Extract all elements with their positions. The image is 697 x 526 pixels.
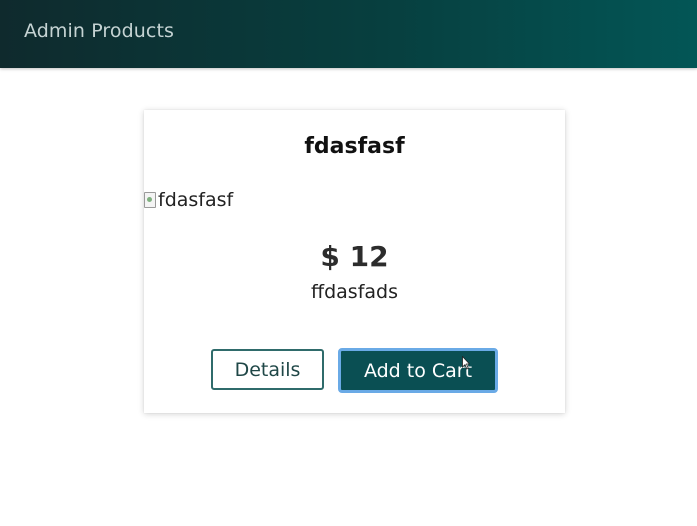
top-navbar: Admin Products [0,0,697,68]
product-image-alt-text: fdasfasf [158,189,234,211]
product-description: ffdasfads [311,281,398,303]
product-title: fdasfasf [304,134,405,159]
broken-image-icon [144,192,156,208]
details-button[interactable]: Details [211,349,324,390]
add-to-cart-button[interactable]: Add to Cart [338,348,498,393]
product-price: $ 12 [320,240,389,273]
product-card: fdasfasf fdasfasf $ 12 ffdasfads Details… [144,110,565,413]
product-image: fdasfasf [144,187,233,213]
navbar-title[interactable]: Admin Products [24,20,174,42]
mouse-pointer-icon [462,356,470,370]
